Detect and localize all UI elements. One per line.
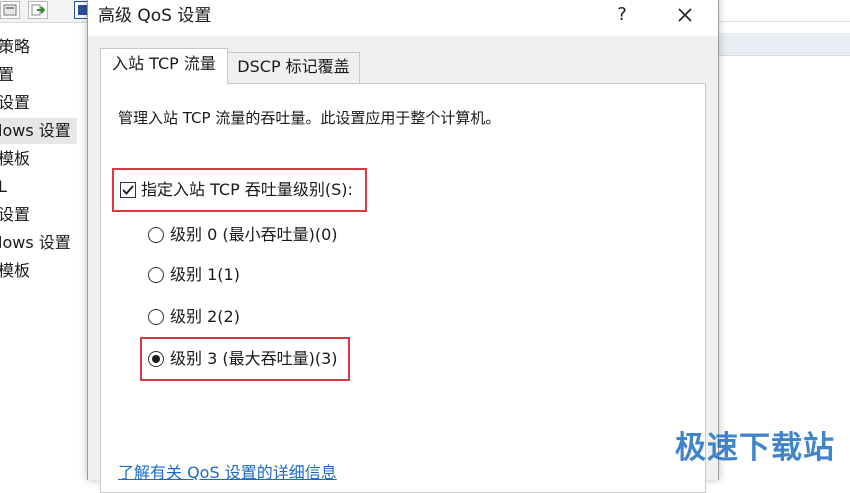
dialog-titlebar[interactable]: 高级 QoS 设置 ? — [88, 0, 718, 36]
specify-throughput-label[interactable]: 指定入站 TCP 吞吐量级别(S): — [141, 179, 353, 201]
export-icon — [31, 4, 45, 16]
tree-item[interactable]: 置 — [0, 62, 20, 88]
tab-dscp-override[interactable]: DSCP 标记覆盖 — [228, 52, 360, 83]
description-text: 管理入站 TCP 流量的吞吐量。此设置应用于整个计算机。 — [118, 109, 501, 127]
qos-help-link[interactable]: 了解有关 QoS 设置的详细信息 — [118, 462, 337, 484]
radio-level-2[interactable] — [148, 309, 164, 325]
properties-icon — [3, 4, 17, 16]
divider — [718, 21, 850, 22]
tree-item[interactable]: 策略 — [0, 34, 36, 60]
close-button[interactable] — [670, 0, 700, 30]
radio-level-1[interactable] — [148, 267, 164, 283]
tree-item[interactable]: 设置 — [0, 90, 36, 116]
watermark-logo: 极速下载站 — [675, 430, 835, 466]
background-toolbar — [0, 0, 94, 23]
details-column-header[interactable] — [718, 33, 850, 56]
close-icon — [678, 8, 692, 22]
toolbar-export-button[interactable] — [28, 1, 48, 19]
dialog-title: 高级 QoS 设置 — [98, 6, 212, 26]
tree-item[interactable]: 模板 — [0, 146, 36, 172]
checkmark-icon — [122, 185, 134, 195]
radio-level-0[interactable] — [148, 227, 164, 243]
radio-level-0-label[interactable]: 级别 0 (最小吞吐量)(0) — [170, 224, 338, 246]
background-tree-pane: 策略 置 设置 lows 设置 模板 L 设置 lows 设置 模板 — [0, 0, 94, 478]
radio-level-1-label[interactable]: 级别 1(1) — [170, 264, 240, 286]
radio-level-2-label[interactable]: 级别 2(2) — [170, 306, 240, 328]
tree-item[interactable]: 模板 — [0, 258, 36, 284]
help-button[interactable]: ? — [610, 0, 634, 30]
tree-item[interactable]: lows 设置 — [0, 230, 77, 256]
specify-throughput-checkbox[interactable] — [120, 182, 136, 198]
tree-item-selected[interactable]: lows 设置 — [0, 118, 77, 144]
radio-level-3[interactable] — [148, 351, 164, 367]
radio-level-3-label[interactable]: 级别 3 (最大吞吐量)(3) — [170, 348, 338, 370]
toolbar-properties-button[interactable] — [0, 1, 20, 19]
tab-inbound-tcp[interactable]: 入站 TCP 流量 — [100, 48, 228, 84]
background-details-pane — [718, 0, 850, 478]
tree-item[interactable]: 设置 — [0, 202, 36, 228]
tree-item[interactable]: L — [0, 174, 13, 200]
tab-panel — [100, 83, 706, 493]
